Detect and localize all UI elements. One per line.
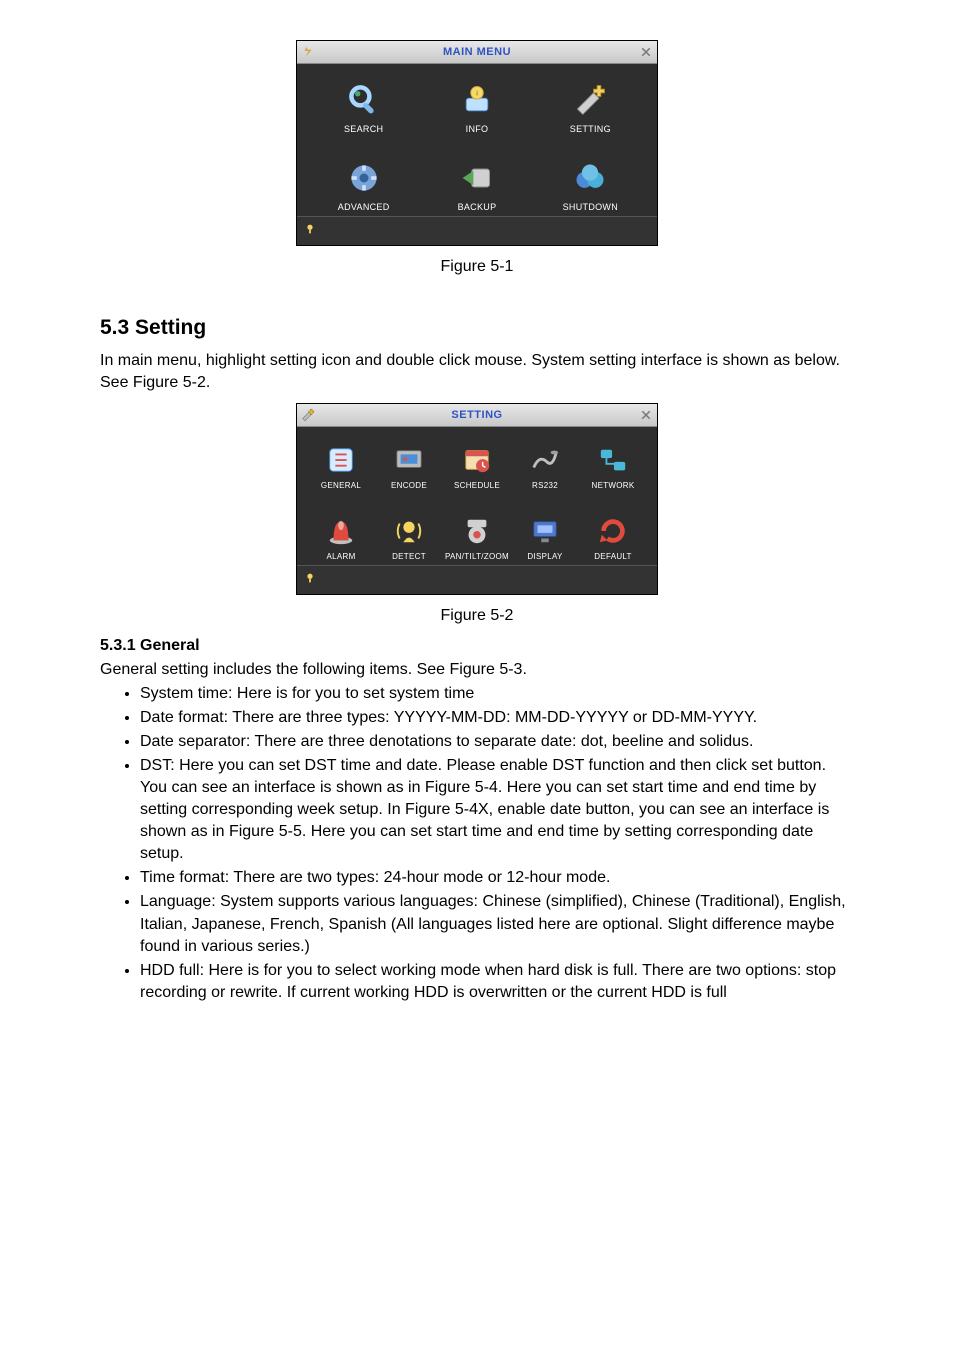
dialog-footer xyxy=(297,216,657,245)
dialog-body: SEARCH i INFO SETTING ADVANCED xyxy=(297,64,657,216)
list-item: Date format: There are three types: YYYY… xyxy=(140,707,854,729)
menu-rs232[interactable]: RS232 xyxy=(511,445,579,490)
menu-advanced[interactable]: ADVANCED xyxy=(307,160,420,212)
footer-hint-icon xyxy=(303,222,317,241)
dialog-titlebar: SETTING xyxy=(297,404,657,427)
menu-label: BACKUP xyxy=(458,202,497,212)
figure-caption-2: Figure 5-2 xyxy=(100,607,854,625)
menu-backup[interactable]: BACKUP xyxy=(420,160,533,212)
default-icon xyxy=(598,516,628,546)
titlebar-icon xyxy=(297,41,319,63)
general-icon xyxy=(326,445,356,475)
menu-info[interactable]: i INFO xyxy=(420,82,533,134)
setting-icon xyxy=(572,82,608,118)
dialog-title: SETTING xyxy=(319,409,635,421)
subsection-heading: 5.3.1 General xyxy=(100,637,854,655)
rs232-icon xyxy=(530,445,560,475)
menu-encode[interactable]: ENCODE xyxy=(375,445,443,490)
list-item: Date separator: There are three denotati… xyxy=(140,731,854,753)
section-heading: 5.3 Setting xyxy=(100,316,854,340)
backup-icon xyxy=(459,160,495,196)
menu-label: RS232 xyxy=(532,481,558,490)
section-paragraph: In main menu, highlight setting icon and… xyxy=(100,350,854,393)
menu-label: SETTING xyxy=(570,124,611,134)
menu-label: SHUTDOWN xyxy=(563,202,618,212)
shutdown-icon xyxy=(572,160,608,196)
list-item: Language: System supports various langua… xyxy=(140,891,854,957)
dialog-footer xyxy=(297,565,657,594)
footer-hint-icon xyxy=(303,571,317,590)
menu-schedule[interactable]: SCHEDULE xyxy=(443,445,511,490)
menu-label: ALARM xyxy=(326,552,355,561)
close-button[interactable] xyxy=(635,404,657,426)
menu-label: ADVANCED xyxy=(338,202,390,212)
menu-ptz[interactable]: PAN/TILT/ZOOM xyxy=(443,516,511,561)
dialog-body: GENERAL ENCODE SCHEDULE RS232 xyxy=(297,427,657,565)
menu-network[interactable]: NETWORK xyxy=(579,445,647,490)
list-item: System time: Here is for you to set syst… xyxy=(140,683,854,705)
menu-label: PAN/TILT/ZOOM xyxy=(445,552,509,561)
detect-icon xyxy=(394,516,424,546)
search-icon xyxy=(346,82,382,118)
menu-display[interactable]: DISPLAY xyxy=(511,516,579,561)
menu-default[interactable]: DEFAULT xyxy=(579,516,647,561)
encode-icon xyxy=(394,445,424,475)
menu-label: INFO xyxy=(466,124,489,134)
figure-caption-1: Figure 5-1 xyxy=(100,258,854,276)
dialog-title: MAIN MENU xyxy=(319,46,635,58)
subsection-paragraph: General setting includes the following i… xyxy=(100,659,854,681)
menu-label: SEARCH xyxy=(344,124,383,134)
bullet-list: System time: Here is for you to set syst… xyxy=(100,683,854,1004)
dialog-titlebar: MAIN MENU xyxy=(297,41,657,64)
menu-detect[interactable]: DETECT xyxy=(375,516,443,561)
menu-label: GENERAL xyxy=(321,481,361,490)
menu-label: DISPLAY xyxy=(527,552,562,561)
setting-dialog: SETTING GENERAL ENCODE SCH xyxy=(296,403,658,595)
display-icon xyxy=(530,516,560,546)
menu-label: DETECT xyxy=(392,552,426,561)
list-item: DST: Here you can set DST time and date.… xyxy=(140,755,854,865)
ptz-icon xyxy=(462,516,492,546)
menu-setting[interactable]: SETTING xyxy=(534,82,647,134)
menu-label: NETWORK xyxy=(592,481,635,490)
main-menu-dialog: MAIN MENU SEARCH i INFO SET xyxy=(296,40,658,246)
menu-label: DEFAULT xyxy=(594,552,632,561)
advanced-icon xyxy=(346,160,382,196)
schedule-icon xyxy=(462,445,492,475)
alarm-icon xyxy=(326,516,356,546)
list-item: HDD full: Here is for you to select work… xyxy=(140,960,854,1004)
close-button[interactable] xyxy=(635,41,657,63)
list-item: Time format: There are two types: 24-hou… xyxy=(140,867,854,889)
menu-alarm[interactable]: ALARM xyxy=(307,516,375,561)
menu-general[interactable]: GENERAL xyxy=(307,445,375,490)
network-icon xyxy=(598,445,628,475)
titlebar-icon xyxy=(297,404,319,426)
menu-shutdown[interactable]: SHUTDOWN xyxy=(534,160,647,212)
menu-label: ENCODE xyxy=(391,481,427,490)
info-icon: i xyxy=(459,82,495,118)
menu-search[interactable]: SEARCH xyxy=(307,82,420,134)
menu-label: SCHEDULE xyxy=(454,481,500,490)
